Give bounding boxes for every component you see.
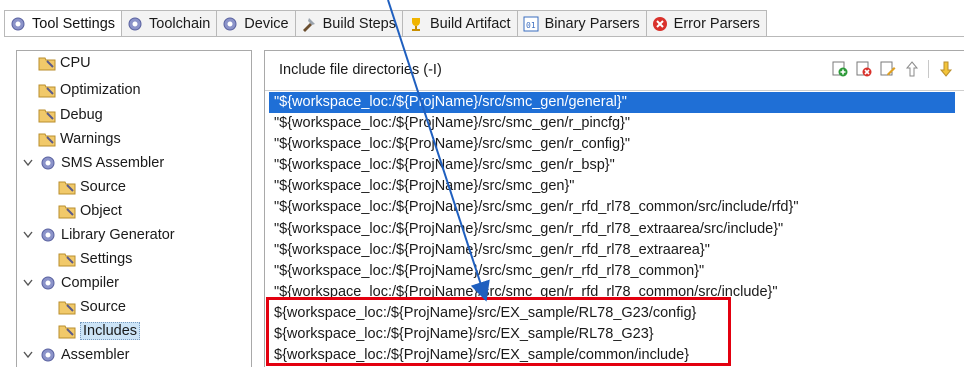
build-steps-icon — [300, 15, 318, 33]
tab-label: Device — [244, 15, 289, 32]
tab-toolchain[interactable]: Toolchain — [122, 10, 218, 37]
tree-item-label: Optimization — [60, 81, 141, 98]
settings-page-icon — [57, 178, 77, 196]
settings-page-icon — [57, 298, 77, 316]
tab-tool-settings[interactable]: Tool Settings — [4, 10, 123, 37]
tree-item-compiler[interactable]: Compiler — [21, 271, 119, 294]
tab-divider — [4, 36, 964, 37]
delete-icon[interactable] — [854, 59, 873, 78]
gear-icon — [38, 226, 58, 244]
list-item[interactable]: "${workspace_loc:/${ProjName}/src/smc_ge… — [269, 240, 955, 261]
edit-icon[interactable] — [878, 59, 897, 78]
settings-page-icon — [57, 250, 77, 268]
panel-title: Include file directories (-I) — [279, 62, 442, 78]
list-item[interactable]: "${workspace_loc:/${ProjName}/src/smc_ge… — [269, 92, 955, 114]
tree-item-debug[interactable]: Debug — [37, 103, 103, 126]
tree-item-label: CPU — [60, 54, 91, 71]
tree-item-library-generator[interactable]: Library Generator — [21, 223, 175, 246]
tab-binary-parsers[interactable]: 01 Binary Parsers — [517, 10, 647, 37]
list-toolbar — [830, 59, 955, 78]
settings-page-icon — [37, 81, 57, 99]
tree-item-sms-object[interactable]: Object — [57, 199, 122, 222]
gear-icon — [38, 274, 58, 292]
tree-item-compiler-includes[interactable]: Includes — [57, 319, 141, 342]
settings-tree: CPU Optimization Debug Warnings SMS Asse… — [16, 50, 252, 367]
tab-build-steps[interactable]: Build Steps — [295, 10, 403, 37]
tree-item-label: Assembler — [61, 346, 130, 363]
tree-item-label: Compiler — [61, 274, 120, 291]
list-item[interactable]: "${workspace_loc:/${ProjName}/src/smc_ge… — [269, 176, 955, 197]
tab-label: Tool Settings — [32, 15, 116, 32]
add-icon[interactable] — [830, 59, 849, 78]
settings-page-icon — [37, 54, 57, 72]
list-item[interactable]: "${workspace_loc:/${ProjName}/src/smc_ge… — [269, 155, 955, 176]
tree-item-label: Warnings — [60, 130, 121, 147]
settings-page-icon — [57, 202, 77, 220]
tab-build-artifact[interactable]: Build Artifact — [402, 10, 518, 37]
tree-item-library-settings[interactable]: Settings — [57, 247, 132, 270]
chevron-down-icon[interactable] — [21, 351, 35, 359]
tab-label: Build Steps — [322, 15, 396, 32]
gear-icon — [9, 15, 27, 33]
move-down-icon[interactable] — [936, 59, 955, 78]
tab-error-parsers[interactable]: Error Parsers — [646, 10, 767, 37]
list-item[interactable]: "${workspace_loc:/${ProjName}/src/smc_ge… — [269, 219, 955, 240]
gear-icon — [221, 15, 239, 33]
settings-page-icon — [57, 322, 77, 340]
gear-icon — [38, 346, 58, 364]
tree-item-label: Object — [80, 202, 122, 219]
move-up-icon[interactable] — [902, 59, 921, 78]
tab-label: Binary Parsers — [544, 15, 640, 32]
tree-item-label: Source — [80, 178, 126, 195]
list-item[interactable]: "${workspace_loc:/${ProjName}/src/smc_ge… — [269, 197, 955, 218]
tree-item-warnings[interactable]: Warnings — [37, 127, 121, 150]
tab-bar: Tool Settings Toolchain Device Build Ste… — [4, 10, 767, 37]
toolbar-separator — [928, 59, 929, 78]
settings-page-icon — [37, 106, 57, 124]
svg-text:01: 01 — [526, 21, 536, 30]
list-item[interactable]: "${workspace_loc:/${ProjName}/src/smc_ge… — [269, 261, 955, 282]
error-icon — [651, 15, 669, 33]
tree-item-label: SMS Assembler — [61, 154, 165, 171]
tab-label: Error Parsers — [673, 15, 760, 32]
tree-item-label: Library Generator — [61, 226, 175, 243]
trophy-icon — [407, 15, 425, 33]
tree-item-label: Settings — [80, 250, 133, 267]
tab-label: Build Artifact — [429, 15, 511, 32]
tree-item-sms-assembler[interactable]: SMS Assembler — [21, 151, 164, 174]
list-item[interactable]: "${workspace_loc:/${ProjName}/src/smc_ge… — [269, 134, 955, 155]
tree-item-label: Debug — [60, 106, 103, 123]
chevron-down-icon[interactable] — [21, 159, 35, 167]
gear-icon — [126, 15, 144, 33]
tree-item-sms-source[interactable]: Source — [57, 175, 126, 198]
tree-item-assembler[interactable]: Assembler — [21, 343, 130, 366]
chevron-down-icon[interactable] — [21, 279, 35, 287]
settings-page-icon — [37, 130, 57, 148]
chevron-down-icon[interactable] — [21, 231, 35, 239]
gear-icon — [38, 154, 58, 172]
tab-device[interactable]: Device — [217, 10, 296, 37]
tree-item-label: Source — [80, 298, 126, 315]
tree-item-compiler-source[interactable]: Source — [57, 295, 126, 318]
tree-item-label: Includes — [80, 321, 141, 340]
list-item[interactable]: "${workspace_loc:/${ProjName}/src/smc_ge… — [269, 113, 955, 134]
tree-item-cpu[interactable]: CPU — [37, 51, 91, 74]
highlight-box — [266, 297, 731, 366]
binary-icon: 01 — [522, 15, 540, 33]
panel-header: Include file directories (-I) — [265, 51, 964, 91]
tree-item-optimization[interactable]: Optimization — [37, 78, 141, 101]
tab-label: Toolchain — [149, 15, 211, 32]
